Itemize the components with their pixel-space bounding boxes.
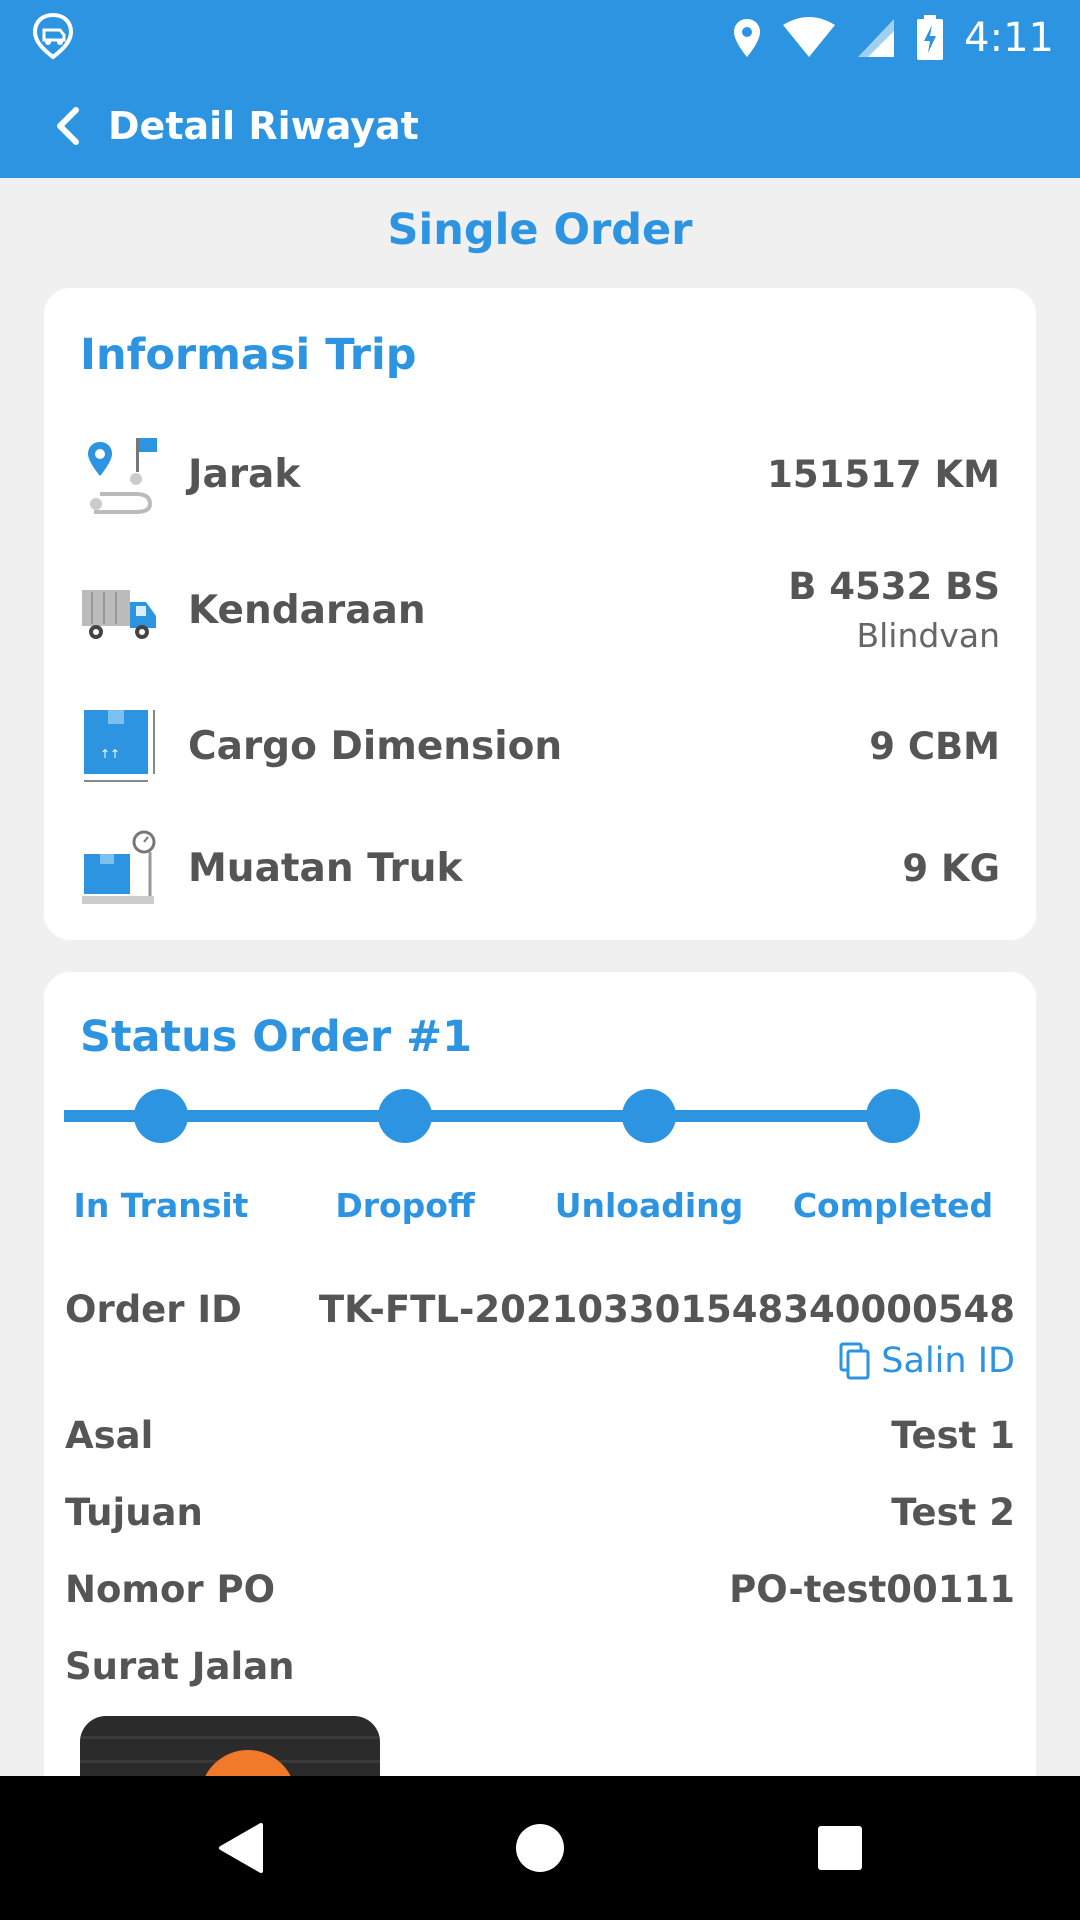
order-progress-tracker	[64, 1086, 984, 1146]
copy-icon	[839, 1342, 870, 1380]
trip-info-card: Informasi Trip Jarak 151517 KM Kendaraan	[44, 288, 1036, 940]
cargo-box-icon: ↑↑	[84, 710, 155, 782]
cargo-label: Cargo Dimension	[188, 723, 563, 769]
vehicle-type: Blindvan	[856, 616, 1000, 655]
trip-row-cargo: ↑↑ Cargo Dimension 9 CBM	[80, 696, 1000, 796]
vehicle-plate: B 4532 BS	[788, 565, 1000, 608]
app-bar: 4:11 Detail Riwayat	[0, 0, 1080, 178]
back-button[interactable]	[28, 84, 108, 168]
toolbar: Detail Riwayat	[0, 84, 1080, 168]
status-bar: 4:11	[0, 0, 1080, 76]
scale-icon	[82, 830, 156, 904]
distance-label: Jarak	[188, 451, 301, 497]
battery-charging-icon	[917, 15, 944, 60]
trip-row-vehicle: Kendaraan B 4532 BS Blindvan	[80, 550, 1000, 670]
progress-step-in-transit	[134, 1089, 188, 1143]
page-title: Single Order	[387, 205, 693, 255]
order-id-value-block: TK-FTL-20210330154834000054​8 Salin ID	[319, 1288, 1015, 1381]
trip-info-heading: Informasi Trip	[80, 330, 417, 380]
order-status-heading: Status Order #1	[80, 1012, 473, 1062]
progress-step-unloading	[622, 1089, 676, 1143]
surat-jalan-row: Surat Jalan	[65, 1645, 1015, 1688]
route-map-icon	[88, 438, 157, 514]
vehicle-label: Kendaraan	[188, 587, 426, 633]
load-label: Muatan Truk	[188, 845, 463, 891]
cell-signal-icon	[858, 19, 895, 57]
destination-value: Test 2	[891, 1491, 1015, 1534]
progress-line	[64, 1110, 910, 1122]
location-icon	[734, 19, 761, 57]
step-label-completed: Completed	[792, 1186, 994, 1225]
copy-id-button[interactable]: Salin ID	[319, 1341, 1015, 1381]
order-id-row: Order ID TK-FTL-20210330154834000054​8 S…	[65, 1288, 1015, 1381]
wifi-icon	[783, 17, 836, 57]
trip-row-load: Muatan Truk 9 KG	[80, 818, 1000, 918]
distance-value-block: 151517 KM	[767, 453, 1000, 496]
progress-step-dropoff	[378, 1089, 432, 1143]
step-label-in-transit: In Transit	[73, 1186, 249, 1225]
step-label-unloading: Unloading	[554, 1186, 744, 1225]
load-value: 9 KG	[902, 846, 1000, 890]
svg-text:↑↑: ↑↑	[100, 747, 120, 761]
po-number-row: Nomor PO PO-test00111	[65, 1568, 1015, 1611]
po-number-value: PO-test00111	[729, 1568, 1015, 1611]
nav-recents-button[interactable]	[808, 1816, 872, 1880]
trip-row-distance: Jarak 151517 KM	[80, 424, 1000, 524]
destination-label: Tujuan	[65, 1491, 203, 1534]
nav-back-button[interactable]	[208, 1816, 272, 1880]
origin-row: Asal Test 1	[65, 1414, 1015, 1457]
order-id-value: TK-FTL-20210330154834000054​8	[318, 1288, 1015, 1331]
vehicle-value-block: B 4532 BS Blindvan	[788, 565, 1000, 655]
origin-value: Test 1	[891, 1414, 1015, 1457]
app-logo-icon	[32, 12, 74, 60]
circle-home-icon	[516, 1824, 564, 1872]
chevron-left-icon	[57, 107, 79, 145]
cargo-value: 9 CBM	[869, 724, 1000, 768]
progress-step-completed	[866, 1089, 920, 1143]
load-value-block: 9 KG	[902, 847, 1000, 890]
nav-home-button[interactable]	[508, 1816, 572, 1880]
square-recents-icon	[818, 1826, 862, 1870]
step-label-dropoff: Dropoff	[335, 1186, 475, 1225]
status-time: 4:11	[964, 15, 1054, 61]
surat-jalan-label: Surat Jalan	[65, 1645, 295, 1688]
origin-label: Asal	[65, 1414, 154, 1457]
system-navigation-bar	[0, 1776, 1080, 1920]
status-icons: 4:11	[732, 10, 1054, 66]
destination-row: Tujuan Test 2	[65, 1491, 1015, 1534]
triangle-back-icon	[219, 1823, 263, 1873]
distance-value: 151517 KM	[767, 452, 1000, 496]
toolbar-title: Detail Riwayat	[108, 104, 419, 148]
copy-id-label: Salin ID	[881, 1341, 1015, 1381]
order-id-label: Order ID	[65, 1288, 242, 1331]
po-number-label: Nomor PO	[65, 1568, 276, 1611]
truck-icon	[82, 590, 156, 639]
cargo-value-block: 9 CBM	[869, 725, 1000, 768]
